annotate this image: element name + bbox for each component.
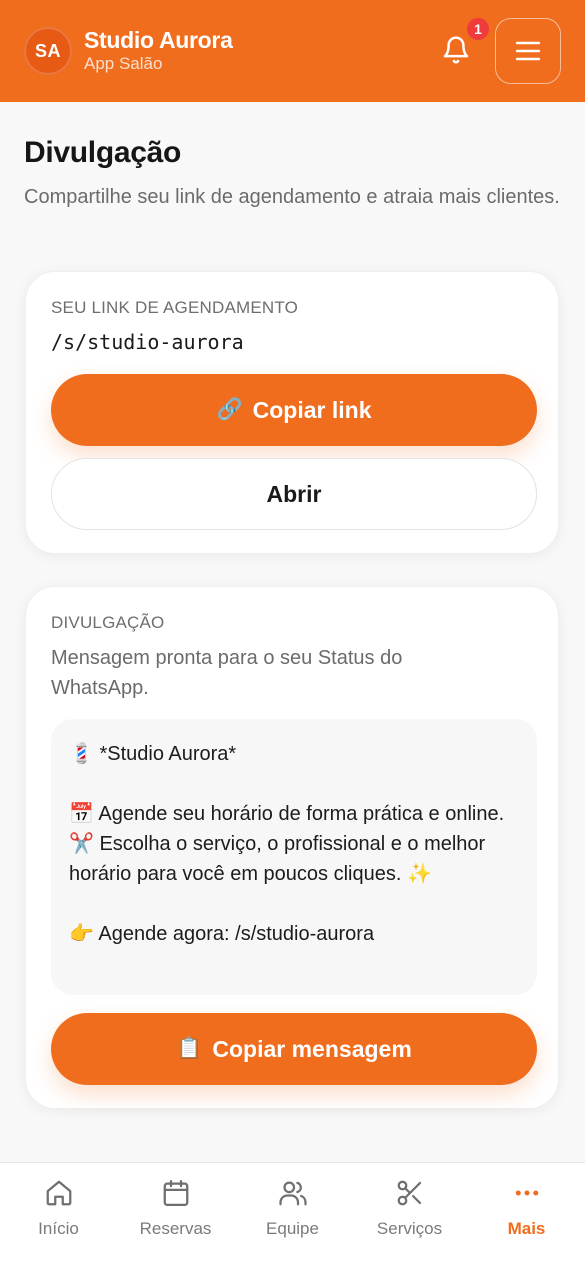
nav-label: Equipe xyxy=(266,1219,319,1238)
notification-badge: 1 xyxy=(465,16,491,42)
copy-message-label: Copiar mensagem xyxy=(212,1035,412,1062)
whatsapp-message-preview: 💈 *Studio Aurora* 📅 Agende seu horário d… xyxy=(51,719,537,995)
open-link-label: Abrir xyxy=(266,480,322,507)
users-icon xyxy=(277,1177,309,1209)
message-line: 📅 Agende seu horário de forma prática e … xyxy=(69,803,505,885)
bell-icon xyxy=(443,36,469,64)
message-line: 💈 *Studio Aurora* xyxy=(69,743,237,765)
app-subtitle: App Salão xyxy=(84,54,163,73)
message-line xyxy=(69,769,519,799)
app-screen: SA Studio Aurora App Salão 1 Divulgação … xyxy=(0,0,585,1266)
copy-link-button[interactable]: 🔗 Copiar link xyxy=(51,374,537,446)
nav-label: Serviços xyxy=(376,1219,443,1238)
hamburger-menu-icon xyxy=(515,41,541,61)
nav-item-inicio[interactable]: Início xyxy=(0,1163,117,1266)
link-icon: 🔗 xyxy=(216,398,243,421)
home-icon xyxy=(43,1177,75,1209)
scissors-icon xyxy=(394,1177,426,1209)
business-name: Studio Aurora xyxy=(84,27,233,53)
menu-button[interactable] xyxy=(495,18,561,84)
nav-item-mais[interactable]: Mais xyxy=(468,1163,585,1266)
message-line xyxy=(69,889,519,919)
nav-label: Mais xyxy=(507,1219,546,1238)
avatar[interactable]: SA xyxy=(24,27,72,75)
promo-label: DIVULGAÇÃO xyxy=(51,613,165,632)
promo-message-card: DIVULGAÇÃO Mensagem pronta para o seu St… xyxy=(25,586,559,1109)
bottom-navigation: Início Reservas Equipe Serviços Mais xyxy=(0,1162,585,1266)
nav-item-reservas[interactable]: Reservas xyxy=(117,1163,234,1266)
booking-link-card: SEU LINK DE AGENDAMENTO /s/studio-aurora… xyxy=(25,271,559,554)
copy-link-label: Copiar link xyxy=(252,396,372,423)
top-app-bar: SA Studio Aurora App Salão 1 xyxy=(0,0,585,102)
message-line: 👉 Agende agora: /s/studio-aurora xyxy=(69,923,375,945)
nav-label: Reservas xyxy=(139,1219,212,1238)
page-subtitle: Compartilhe seu link de agendamento e at… xyxy=(24,186,560,208)
brand: Studio Aurora App Salão xyxy=(84,27,233,75)
nav-item-servicos[interactable]: Serviços xyxy=(351,1163,468,1266)
calendar-icon xyxy=(160,1177,192,1209)
more-dots-icon xyxy=(511,1177,543,1209)
copy-message-button[interactable]: 📋 Copiar mensagem xyxy=(51,1013,537,1085)
clipboard-icon: 📋 xyxy=(176,1037,203,1060)
open-link-button[interactable]: Abrir xyxy=(51,458,537,530)
nav-label: Início xyxy=(38,1219,79,1238)
booking-link-value: /s/studio-aurora xyxy=(51,330,244,354)
promo-description: Mensagem pronta para o seu Status do Wha… xyxy=(51,647,403,699)
booking-link-label: SEU LINK DE AGENDAMENTO xyxy=(51,298,299,317)
page-title: Divulgação xyxy=(24,136,182,169)
nav-item-equipe[interactable]: Equipe xyxy=(234,1163,351,1266)
